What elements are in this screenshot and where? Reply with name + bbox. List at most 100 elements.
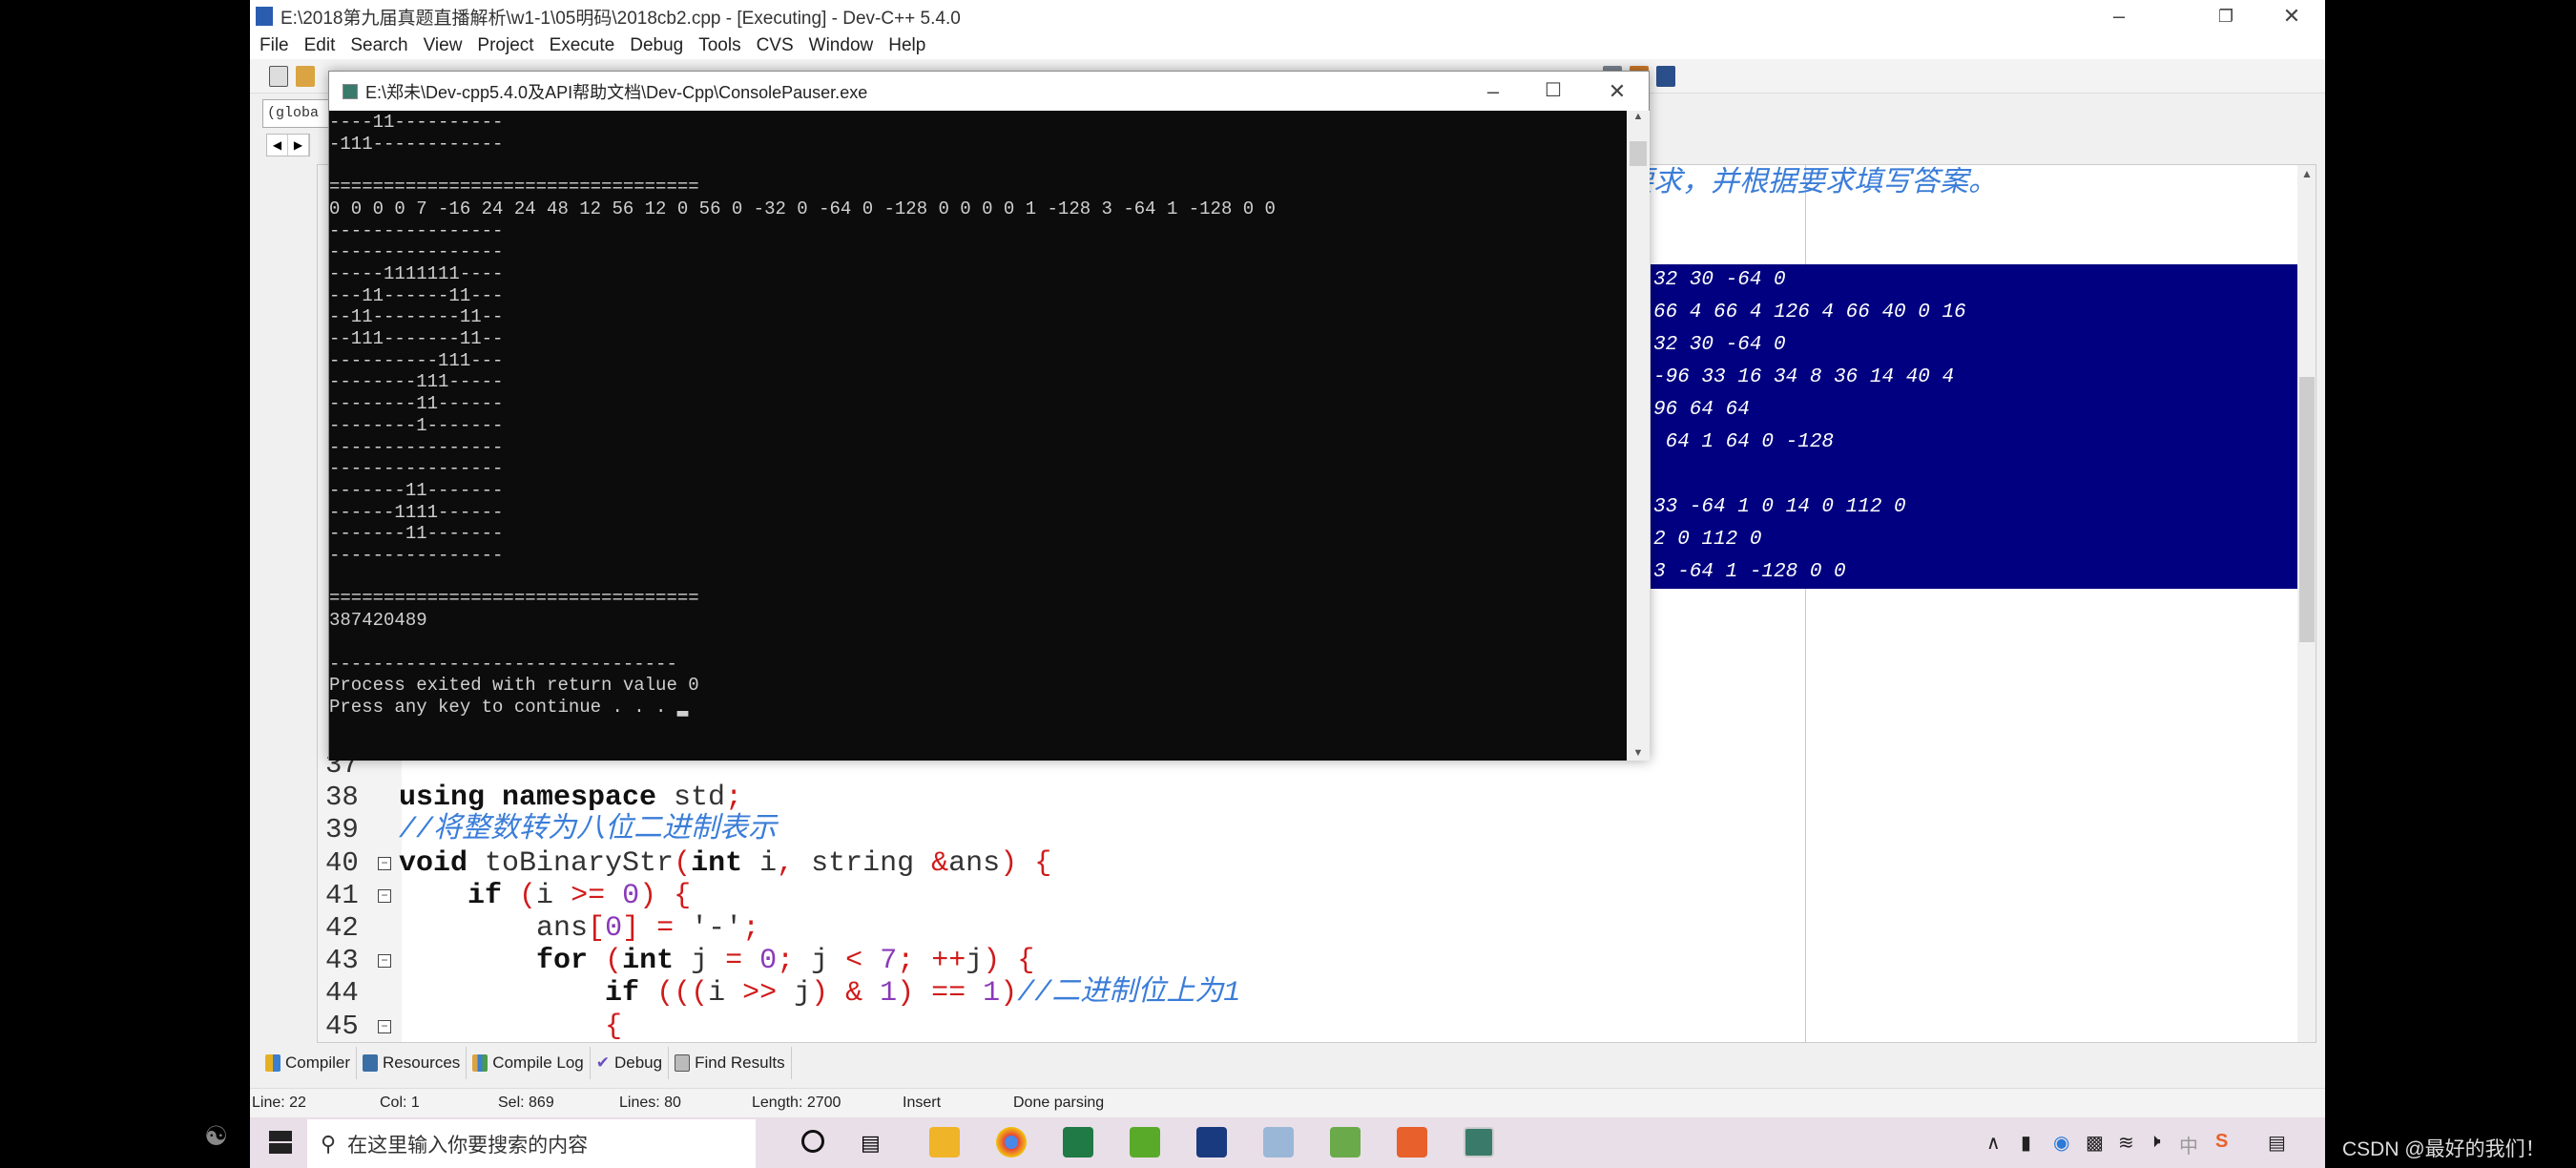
minimize-button[interactable]: – [2090,0,2148,32]
console-line: --------111----- [329,371,504,393]
code-line: if (i >= 0) { [399,880,691,912]
status-lines: Lines: 80 [619,1095,681,1111]
console-line: ---11------11--- [329,284,504,306]
code-token: < [845,945,863,978]
code-token: i [708,977,743,1011]
editor-scrollbar[interactable]: ▲ [2297,165,2316,1042]
toolbar-icon[interactable] [1656,66,1675,87]
cortana-icon[interactable] [801,1130,824,1153]
console-line: ----11---------- [329,112,504,133]
paint-icon[interactable] [1263,1127,1294,1158]
wifi-icon[interactable]: ≋ [2118,1131,2134,1155]
menu-search[interactable]: Search [350,32,407,59]
console-line: ------1111------ [329,501,504,523]
tab-compiler[interactable]: Compiler [260,1047,358,1079]
console-taskbar-icon[interactable] [1464,1127,1494,1158]
code-token: ) { [1000,846,1052,880]
code-line: //将整数转为八位二进制表示 [399,814,777,846]
windows-start-icon[interactable] [269,1131,292,1154]
console-line: ---------------- [329,436,504,458]
excel-icon[interactable] [1063,1127,1093,1158]
menu-bar: File Edit Search View Project Execute De… [250,32,2325,59]
devcpp-taskbar-icon[interactable] [1196,1127,1227,1158]
menu-edit[interactable]: Edit [304,32,336,59]
scroll-up-icon[interactable]: ▲ [1627,111,1650,122]
fold-toggle-icon[interactable]: − [378,888,391,903]
menu-window[interactable]: Window [809,32,874,59]
tray-chevron-icon[interactable]: ∧ [1986,1131,2001,1155]
tab-scroll-right-icon[interactable]: ▶ [288,135,309,156]
console-maximize-button[interactable]: ☐ [1525,72,1582,111]
tab-find-results[interactable]: Find Results [669,1047,792,1079]
selected-line: 66 4 66 4 126 4 66 40 0 16 [1653,302,1966,323]
code-token: void [399,846,468,880]
codeblocks-icon[interactable] [1397,1127,1427,1158]
line-number: 45 [325,1010,359,1042]
code-token: //二进制位上为1 [1017,977,1241,1011]
menu-tools[interactable]: Tools [698,32,740,59]
console-line: ---------------- [329,241,504,263]
menu-help[interactable]: Help [888,32,925,59]
console-line: -------11------- [329,479,504,501]
tab-compile-log[interactable]: Compile Log [467,1047,591,1079]
window-title: E:\2018第九届真题直播解析\w1-1\05明码\2018cb2.cpp -… [280,8,961,29]
open-file-icon[interactable] [296,66,315,87]
scrollbar-thumb[interactable] [1630,141,1647,166]
scope-dropdown[interactable]: (globa [262,99,329,128]
code-token: for [536,945,589,978]
ime-indicator[interactable]: 中 [2179,1131,2198,1158]
menu-file[interactable]: File [260,32,289,59]
watermark: CSDN @最好的我们！ [2342,1138,2545,1160]
code-token: ( [502,879,537,912]
code-token: 0 [605,912,623,945]
menu-view[interactable]: View [424,32,463,59]
taskbar-search[interactable]: ⚲ 在这里输入你要搜索的内容 [307,1119,756,1168]
fold-toggle-icon[interactable]: − [378,856,391,870]
close-button[interactable]: ✕ [2263,0,2320,32]
menu-execute[interactable]: Execute [550,32,615,59]
sogou-icon[interactable]: S [2215,1131,2228,1153]
console-line: Press any key to continue . . . ▂ [329,696,689,718]
notification-icon[interactable]: ▤ [2268,1131,2286,1155]
console-line: -----1111111---- [329,262,504,284]
scrollbar-thumb[interactable] [2299,377,2315,642]
scroll-down-icon[interactable]: ▼ [1627,747,1650,759]
microphone-icon[interactable]: ▮ [2021,1131,2031,1155]
volume-icon[interactable]: 🕨 [2149,1131,2161,1153]
new-file-icon[interactable] [269,66,288,87]
code-token: std [656,782,726,815]
app-icon[interactable] [1330,1127,1361,1158]
code-token: 1 [880,977,898,1011]
menu-cvs[interactable]: CVS [757,32,794,59]
fold-toggle-icon[interactable]: − [378,954,391,969]
console-minimize-button[interactable]: – [1465,72,1522,111]
console-window[interactable]: E:\郑未\Dev-cpp5.4.0及API帮助文档\Dev-Cpp\Conso… [328,71,1650,761]
console-app-icon [343,83,358,99]
scroll-up-icon[interactable]: ▲ [2297,167,2316,180]
tab-resources[interactable]: Resources [357,1047,467,1079]
console-title: E:\郑未\Dev-cpp5.4.0及API帮助文档\Dev-Cpp\Conso… [365,82,868,102]
code-token: ( [588,945,623,978]
code-token: if [605,977,640,1011]
camtasia-icon[interactable] [1130,1127,1160,1158]
selected-line: 64 1 64 0 -128 [1653,431,1835,453]
security-icon[interactable]: ◉ [2053,1131,2069,1155]
code-line: for (int j = 0; j < 7; ++j) { [399,945,1034,977]
tab-scroll-left-icon[interactable]: ◀ [267,135,288,156]
fold-toggle-icon[interactable]: − [378,1019,391,1033]
selected-line: 96 64 64 [1653,399,1750,421]
line-number: 41 [325,879,359,911]
chrome-icon[interactable] [996,1127,1027,1158]
console-close-button[interactable]: ✕ [1589,72,1646,111]
restore-button[interactable]: ❐ [2197,0,2254,32]
console-scrollbar[interactable]: ▲ ▼ [1627,111,1650,761]
battery-icon[interactable]: ▩ [2086,1131,2104,1155]
line-number: 40 [325,846,359,879]
task-view-icon[interactable]: ▤ [861,1131,881,1156]
menu-project[interactable]: Project [477,32,533,59]
file-explorer-icon[interactable] [929,1127,960,1158]
compiler-icon [265,1054,280,1072]
tab-debug[interactable]: ✔ Debug [591,1047,670,1079]
menu-debug[interactable]: Debug [630,32,683,59]
